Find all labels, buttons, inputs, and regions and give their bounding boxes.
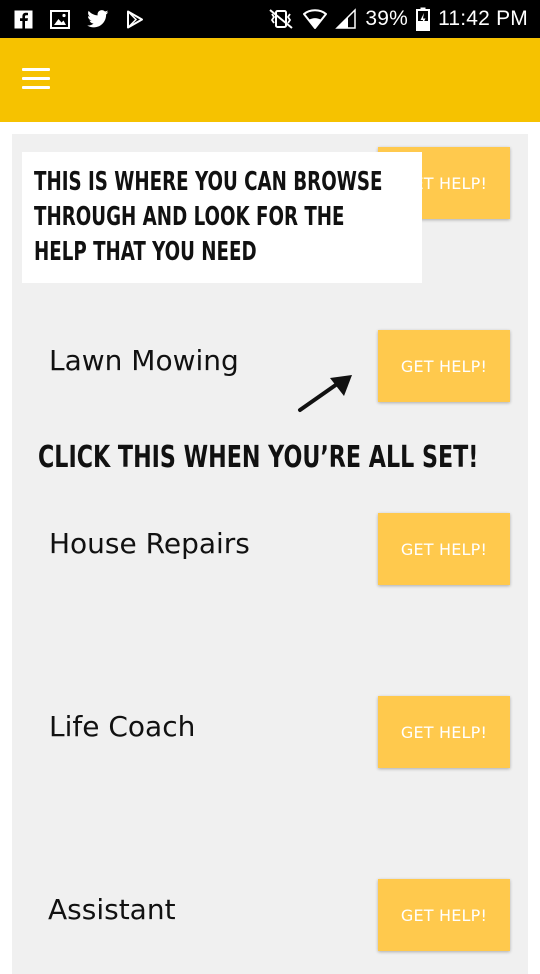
tip-line: HELP THAT YOU NEED — [34, 237, 257, 267]
service-name: Assistant — [48, 893, 176, 926]
vibrate-mute-icon — [267, 8, 295, 30]
tip-line: THROUGH AND LOOK FOR THE — [34, 202, 345, 232]
get-help-button[interactable]: GET HELP! — [378, 696, 510, 768]
tutorial-arrow-note: CLICK THIS WHEN YOU’RE ALL SET! — [38, 440, 479, 475]
service-name: House Repairs — [49, 527, 250, 560]
notification-icons — [14, 6, 144, 32]
facebook-icon — [14, 8, 33, 30]
battery-percent: 39% — [365, 7, 409, 30]
tip-line: THIS IS WHERE YOU CAN BROWSE — [34, 167, 383, 197]
get-help-button[interactable]: GET HELP! — [378, 330, 510, 402]
pointer-arrow-icon — [298, 375, 352, 412]
system-indicators: 39% 11:42 PM — [267, 4, 528, 34]
status-bar: 39% 11:42 PM — [0, 0, 540, 38]
play-store-icon — [126, 8, 144, 30]
signal-icon — [335, 8, 357, 30]
service-row-assistant: Assistant GET HELP! — [12, 879, 528, 953]
service-row-house-repairs: House Repairs GET HELP! — [12, 513, 528, 587]
wifi-icon — [303, 8, 328, 30]
get-help-button[interactable]: GET HELP! — [378, 879, 510, 951]
gallery-icon — [50, 8, 70, 30]
service-name: Life Coach — [49, 710, 196, 743]
hamburger-menu-icon[interactable] — [22, 68, 50, 90]
clock: 11:42 PM — [438, 7, 528, 30]
battery-charging-icon — [416, 7, 431, 31]
service-row-life-coach: Life Coach GET HELP! — [12, 696, 528, 770]
get-help-button[interactable]: GET HELP! — [378, 513, 510, 585]
tutorial-tip-box: THIS IS WHERE YOU CAN BROWSE THROUGH AND… — [22, 152, 422, 283]
service-row-lawn-mowing: Lawn Mowing GET HELP! — [12, 330, 528, 404]
twitter-icon — [87, 8, 109, 30]
service-name: Lawn Mowing — [49, 344, 239, 377]
app-bar — [0, 38, 540, 122]
